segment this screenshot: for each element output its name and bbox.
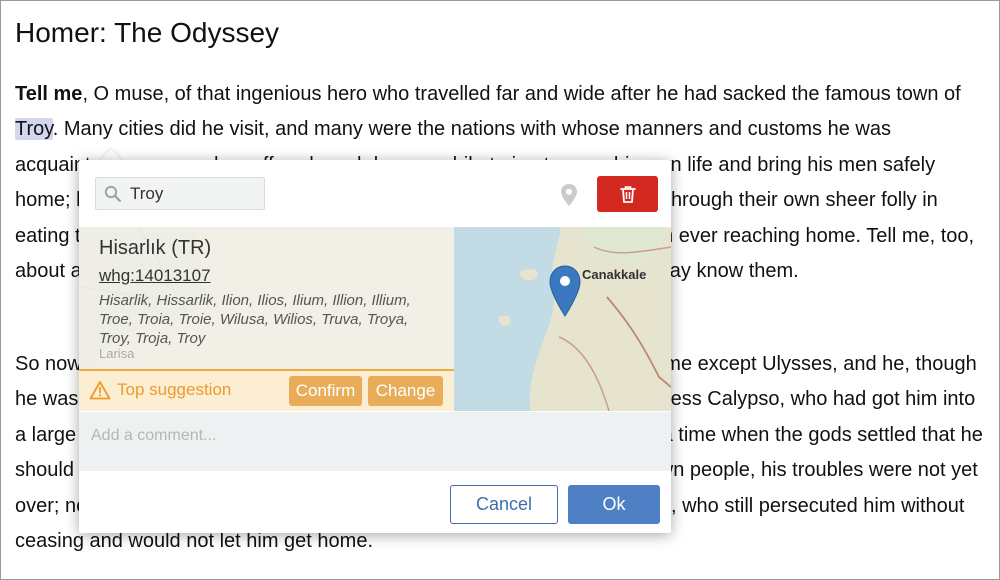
comment-area[interactable] [79,412,671,471]
warning-triangle-icon [89,381,111,400]
place-alternate-names: Hisarlik, Hissarlik, Ilion, Ilios, Ilium… [99,292,411,347]
map-marker-icon[interactable] [548,265,582,317]
cancel-button[interactable]: Cancel [450,485,558,524]
paragraph-lead: Tell me [15,83,83,105]
map-label-larisa: Larisa [99,346,135,361]
delete-annotation-button[interactable] [597,176,658,212]
place-name: Hisarlık (TR) [99,237,212,259]
trash-icon [620,186,636,203]
document-title: Homer: The Odyssey [15,17,280,48]
suggestion-bar: Top suggestion Confirm Change [79,369,454,411]
change-button[interactable]: Change [368,376,443,406]
map-label-canakkale: Canakkale [582,267,647,282]
highlighted-annotation-troy[interactable]: Troy [15,118,53,141]
paragraph-text-before: , O muse, of that ingenious hero who tra… [82,83,961,105]
place-annotation-popup: Hisarlık (TR) whg:14013107 Hisarlik, His… [79,160,671,533]
place-id-link[interactable]: whg:14013107 [99,266,211,286]
comment-input[interactable] [91,427,651,445]
annotation-workspace: Homer: The Odyssey Tell me, O muse, of t… [0,0,1000,580]
location-pin-icon[interactable] [559,183,579,207]
search-icon [104,185,121,202]
ok-button[interactable]: Ok [568,485,660,524]
suggestion-label: Top suggestion [117,380,232,399]
gazetteer-result-card[interactable]: Hisarlık (TR) whg:14013107 Hisarlik, His… [79,227,671,411]
confirm-button[interactable]: Confirm [289,376,362,406]
search-input[interactable] [130,184,260,204]
place-search-field[interactable] [95,177,265,210]
